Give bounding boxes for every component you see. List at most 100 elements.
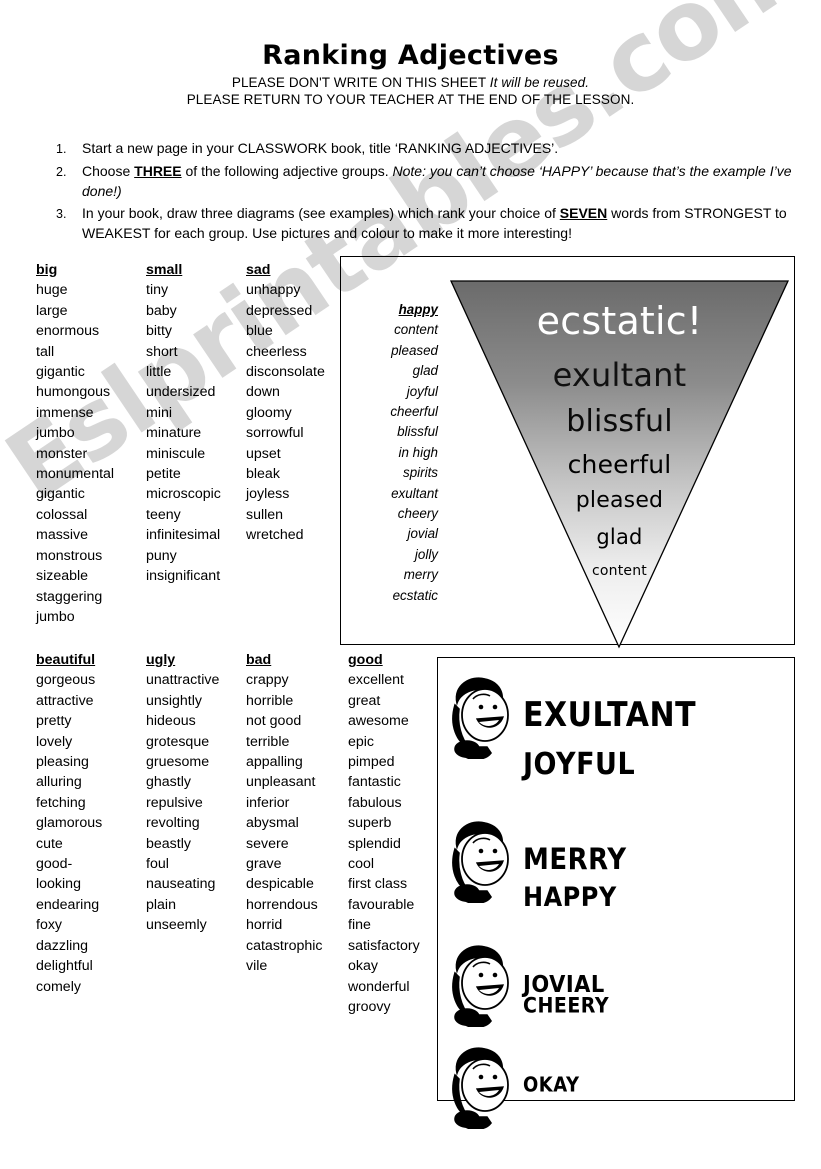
word-item: enormous [36, 323, 100, 340]
word-item: grotesque [146, 733, 210, 750]
word-item: splendid [348, 835, 401, 852]
word-item: hideous [146, 713, 196, 730]
word-item: jolly [414, 546, 438, 562]
word-group-small: small tiny baby bitty short little undersized m… [146, 260, 246, 587]
word-item: baby [146, 302, 177, 319]
word-item: bleak [246, 466, 280, 483]
word-item: petite [146, 466, 181, 483]
word-item: monster [36, 445, 88, 462]
word-item: vile [246, 958, 268, 975]
word-item: sorrowful [246, 425, 304, 442]
word-item: dazzling [36, 937, 89, 954]
word-item: beastly [146, 835, 191, 852]
content-face-icon [437, 1043, 523, 1129]
notice-italic: It will be reused. [489, 75, 590, 90]
notice-plain: PLEASE DON'T WRITE ON THIS SHEET [231, 75, 490, 90]
word-item: repulsive [146, 794, 203, 811]
word-item: joyful [406, 383, 438, 399]
word-item: gruesome [146, 754, 210, 771]
word-group-heading: sad [246, 262, 271, 278]
word-item: disconsolate [246, 364, 325, 381]
word-item: huge [36, 282, 68, 299]
word-item: foul [146, 856, 169, 873]
instruction-text-part: THREE [134, 163, 182, 179]
word-item: appalling [246, 754, 303, 771]
word-item: blue [246, 323, 273, 340]
word-item: comely [36, 978, 81, 995]
instruction-text-part: SEVEN [559, 205, 608, 221]
word-item: monumental [36, 466, 115, 483]
word-item: cheerful [390, 404, 438, 420]
word-item: pleasing [36, 754, 89, 771]
word-item: first class [348, 876, 408, 893]
word-item: cute [36, 835, 63, 852]
word-item: massive [36, 527, 89, 544]
word-item: wretched [246, 527, 304, 544]
word-item: colossal [36, 506, 88, 523]
ranked-list-item: EXULTANT [437, 673, 795, 759]
ranked-word: EXULTANT [523, 695, 697, 736]
word-item: merry [403, 567, 438, 583]
word-item: microscopic [146, 486, 221, 503]
instruction-item: 1. Start a new page in your CLASSWORK boo… [56, 138, 794, 159]
word-group-heading: small [146, 262, 183, 278]
word-group-sad: sad unhappy depressed blue cheerless disconso… [246, 260, 346, 546]
word-item: plain [146, 896, 176, 913]
word-item: gloomy [246, 404, 292, 421]
word-item: bitty [146, 323, 173, 340]
triangle-label: exultant [552, 356, 687, 394]
instructions-list: 1. Start a new page in your CLASSWORK boo… [56, 138, 794, 245]
word-item: glamorous [36, 815, 103, 832]
word-item: excellent [348, 672, 404, 689]
word-item: delightful [36, 958, 93, 975]
word-item: not good [246, 713, 302, 730]
word-item: superb [348, 815, 392, 832]
word-item: fabulous [348, 794, 402, 811]
word-group-heading: happy [398, 302, 438, 317]
ranked-word-list: EXULTANT JOYFUL MERRY HAPPY JOVIAL CHEERY OKAY [437, 657, 795, 1129]
word-item: foxy [36, 917, 63, 934]
word-group-bad: bad crappy horrible not good terrible appalli… [246, 650, 351, 977]
word-group-heading: ugly [146, 652, 176, 668]
word-item: content [394, 322, 438, 338]
triangle-labels: ecstatic! exultant blissful cheerful pleased… [447, 278, 792, 650]
word-item: lovely [36, 733, 73, 750]
word-item: inferior [246, 794, 290, 811]
ranked-list-item: HAPPY [437, 884, 795, 911]
cheering-face-icon [437, 673, 523, 759]
word-item: little [146, 364, 172, 381]
ranking-triangle-diagram: ecstatic! exultant blissful cheerful pleased… [447, 278, 792, 650]
word-item: horrible [246, 692, 294, 709]
word-item: insignificant [146, 568, 221, 585]
notice-line-1: PLEASE DON'T WRITE ON THIS SHEET It will… [0, 74, 821, 91]
instruction-number: 1. [56, 142, 67, 156]
word-item: infinitesimal [146, 527, 221, 544]
word-item: satisfactory [348, 937, 420, 954]
word-item: unseemly [146, 917, 207, 934]
notice-line-2: PLEASE RETURN TO YOUR TEACHER AT THE END… [186, 92, 635, 107]
instruction-item: 2. Choose THREE of the following adjectiv… [56, 161, 794, 201]
word-group-good: good excellent great awesome epic pimped fanta… [348, 650, 443, 1017]
word-item: awesome [348, 713, 409, 730]
word-item: tall [36, 343, 55, 360]
word-group-heading: good [348, 652, 383, 668]
word-item: exultant [391, 485, 438, 501]
word-item: endearing [36, 896, 100, 913]
word-item: nauseating [146, 876, 216, 893]
ranked-word: OKAY [523, 1073, 580, 1098]
instruction-item: 3. In your book, draw three diagrams (see… [56, 203, 794, 243]
word-item: large [36, 302, 68, 319]
instruction-text-part: Start a new page in your CLASSWORK book,… [82, 140, 559, 156]
word-group-beautiful: beautiful gorgeous attractive pretty lovely p… [36, 650, 148, 997]
word-item: down [246, 384, 280, 401]
word-item: depressed [246, 302, 313, 319]
word-item: looking [36, 876, 81, 893]
word-item: ecstatic [392, 587, 438, 603]
word-item: revolting [146, 815, 200, 832]
word-item: blissful [397, 424, 438, 440]
ranked-word: JOVIAL [523, 970, 605, 997]
word-item: unattractive [146, 672, 220, 689]
triangle-label: cheerful [567, 450, 672, 479]
word-item: jumbo [36, 608, 75, 625]
word-item: sizeable [36, 568, 89, 585]
